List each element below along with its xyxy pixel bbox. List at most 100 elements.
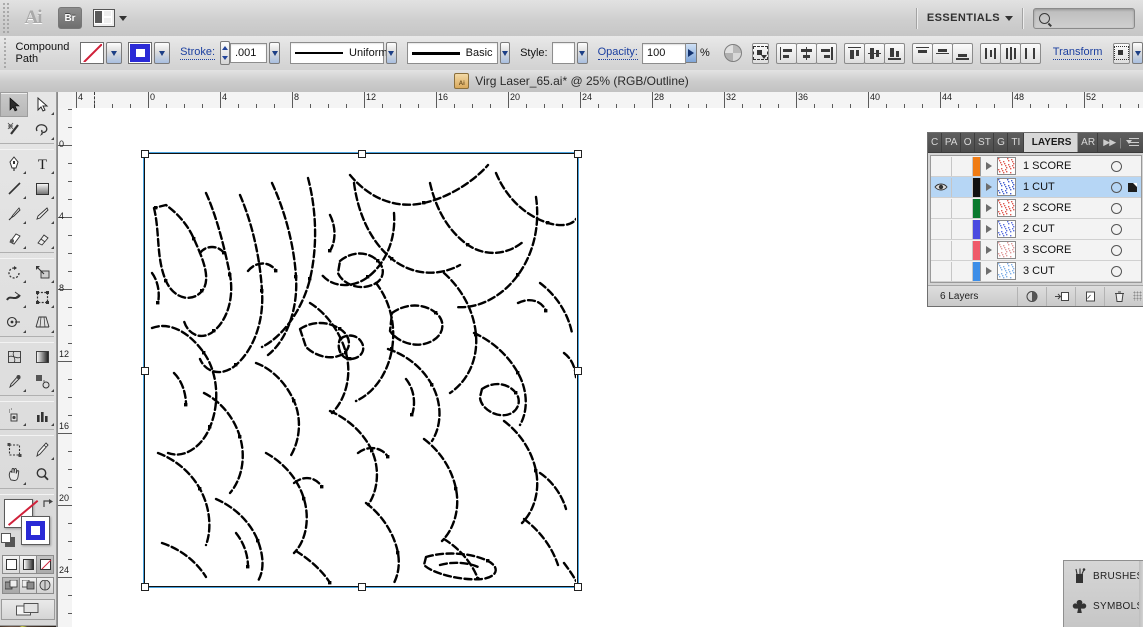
default-fill-stroke-icon[interactable] xyxy=(1,533,15,547)
layer-visibility-toggle[interactable] xyxy=(931,198,952,218)
appbar-grip[interactable] xyxy=(1,3,10,33)
search-input[interactable] xyxy=(1033,7,1135,29)
stroke-weight-label[interactable]: Stroke: xyxy=(180,46,216,60)
recolor-artwork-button[interactable] xyxy=(723,44,742,63)
draw-inside-button[interactable] xyxy=(36,577,54,594)
tab-gradient[interactable]: G xyxy=(994,133,1009,152)
align-horizontal-center-button[interactable] xyxy=(795,42,817,64)
layer-expand-triangle[interactable] xyxy=(981,204,997,212)
draw-behind-button[interactable] xyxy=(19,577,37,594)
layer-target-indicator[interactable] xyxy=(1111,160,1122,172)
layer-list[interactable]: 1 SCORE 1 CUT 2 SCORE 2 CUT 3 SCORE 3 CUT xyxy=(930,155,1142,283)
layer-expand-triangle[interactable] xyxy=(981,246,997,254)
free-transform-tool[interactable] xyxy=(28,285,56,310)
layer-expand-triangle[interactable] xyxy=(981,162,997,170)
hand-tool[interactable] xyxy=(0,462,28,487)
layer-target-indicator[interactable] xyxy=(1111,202,1122,214)
dock-scrollbar[interactable] xyxy=(1139,561,1143,627)
type-tool[interactable]: T xyxy=(28,151,56,176)
eyedropper-tool[interactable] xyxy=(0,369,28,394)
tab-artboards[interactable]: AR xyxy=(1078,133,1099,152)
opacity-label[interactable]: Opacity: xyxy=(597,46,638,60)
opacity-flyout-button[interactable] xyxy=(686,43,697,63)
layer-row[interactable]: 3 SCORE xyxy=(931,240,1141,261)
selection-tool[interactable] xyxy=(0,92,28,117)
controlbar-grip[interactable] xyxy=(2,38,8,68)
pen-tool[interactable] xyxy=(0,151,28,176)
layer-name-label[interactable]: 1 SCORE xyxy=(1023,160,1111,172)
opacity-input[interactable]: 100 xyxy=(641,42,687,64)
delete-selection-button[interactable] xyxy=(1104,286,1133,306)
layer-row[interactable]: 2 CUT xyxy=(931,219,1141,240)
draw-normal-button[interactable] xyxy=(2,577,20,594)
width-profile-dropdown-button[interactable] xyxy=(386,42,397,64)
bridge-icon[interactable]: Br xyxy=(58,7,82,29)
layer-visibility-toggle[interactable] xyxy=(931,156,952,176)
layer-name-label[interactable]: 2 CUT xyxy=(1023,223,1111,235)
stroke-weight-dropdown-button[interactable] xyxy=(269,42,281,64)
layer-visibility-toggle[interactable] xyxy=(931,261,952,281)
layer-expand-triangle[interactable] xyxy=(981,183,997,191)
lasso-tool[interactable] xyxy=(28,117,56,142)
distribute-vertical-center-button[interactable] xyxy=(863,42,885,64)
column-graph-tool[interactable] xyxy=(28,403,56,428)
vertical-ruler[interactable]: 0 4 8 12 16 20 24 xyxy=(58,108,73,627)
slice-tool[interactable] xyxy=(28,437,56,462)
tab-opacity[interactable]: O xyxy=(960,133,976,152)
distribute-bottom-button[interactable] xyxy=(883,42,905,64)
layer-lock-toggle[interactable] xyxy=(952,198,973,218)
transform-panel-link[interactable]: Transform xyxy=(1052,46,1103,60)
stroke-weight-stepper[interactable] xyxy=(220,41,230,65)
layer-row[interactable]: 3 CUT xyxy=(931,261,1141,282)
line-segment-tool[interactable] xyxy=(0,176,28,201)
panel-resize-grip[interactable] xyxy=(1133,291,1143,301)
mesh-tool[interactable] xyxy=(0,344,28,369)
layer-lock-toggle[interactable] xyxy=(952,219,973,239)
layer-target-indicator[interactable] xyxy=(1111,265,1122,277)
layer-visibility-toggle[interactable] xyxy=(931,219,952,239)
symbol-sprayer-tool[interactable] xyxy=(0,403,28,428)
horizontal-ruler[interactable]: 4 0 4 8 12 16 20 24 28 32 36 40 44 48 52 xyxy=(72,92,1143,109)
isolate-selected-object-button[interactable] xyxy=(1113,42,1131,64)
align-right-button[interactable] xyxy=(815,42,837,64)
blend-tool[interactable] xyxy=(28,369,56,394)
artboard-tool[interactable] xyxy=(0,437,28,462)
layer-target-indicator[interactable] xyxy=(1111,223,1122,235)
panel-menu-icon[interactable] xyxy=(1126,138,1139,147)
scale-tool[interactable] xyxy=(28,260,56,285)
layer-name-label[interactable]: 2 SCORE xyxy=(1023,202,1111,214)
color-button[interactable] xyxy=(2,555,20,574)
tab-transparency[interactable]: TI xyxy=(1008,133,1024,152)
vertical-align-bottom-button[interactable] xyxy=(951,42,973,64)
layer-name-label[interactable]: 3 CUT xyxy=(1023,265,1111,277)
layer-lock-toggle[interactable] xyxy=(952,261,973,281)
distribute-spacing-horizontal-button[interactable] xyxy=(979,42,1001,64)
stroke-color-control[interactable] xyxy=(128,42,171,64)
shape-builder-tool[interactable] xyxy=(0,310,28,335)
layer-row[interactable]: 2 SCORE xyxy=(931,198,1141,219)
fill-color-control[interactable] xyxy=(80,42,123,64)
none-button[interactable] xyxy=(36,555,54,574)
layer-name-label[interactable]: 1 CUT xyxy=(1023,181,1111,193)
width-profile-control[interactable]: Uniform xyxy=(290,42,388,64)
fill-dropdown-button[interactable] xyxy=(106,42,123,64)
layer-row[interactable]: 1 CUT xyxy=(931,177,1141,198)
dock-item-brushes[interactable]: BRUSHES xyxy=(1064,561,1143,591)
tab-layers[interactable]: LAYERS xyxy=(1023,133,1079,152)
layer-selection-indicator[interactable] xyxy=(1128,182,1137,192)
fill-swatch[interactable] xyxy=(80,42,105,64)
change-screen-mode-button[interactable] xyxy=(1,599,55,620)
layer-expand-triangle[interactable] xyxy=(981,267,997,275)
perspective-grid-tool[interactable] xyxy=(28,310,56,335)
layer-row[interactable]: 1 SCORE xyxy=(931,156,1141,177)
blob-brush-tool[interactable] xyxy=(0,226,28,251)
stroke-color-proxy[interactable] xyxy=(21,516,50,545)
layer-expand-triangle[interactable] xyxy=(981,225,997,233)
expand-panels-icon[interactable]: ▶▶ xyxy=(1103,137,1116,148)
stroke-dropdown-button[interactable] xyxy=(154,42,171,64)
layer-name-label[interactable]: 3 SCORE xyxy=(1023,244,1111,256)
brush-definition-control[interactable]: Basic xyxy=(406,42,498,64)
select-similar-objects-button[interactable] xyxy=(751,42,769,64)
artwork-outline-view[interactable] xyxy=(144,153,576,585)
vertical-align-center-button[interactable] xyxy=(931,42,953,64)
